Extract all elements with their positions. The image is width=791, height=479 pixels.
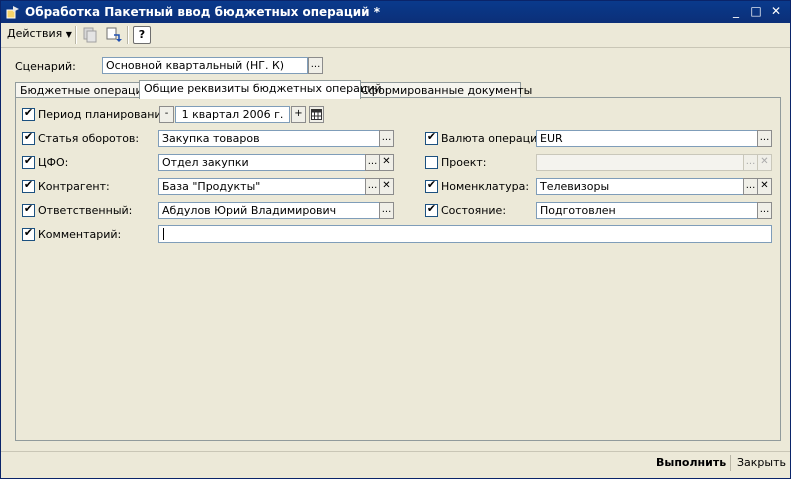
- help-button[interactable]: ?: [133, 26, 151, 44]
- counterparty-select-button[interactable]: ...: [365, 178, 380, 195]
- main-window: Обработка Пакетный ввод бюджетных операц…: [0, 0, 791, 479]
- project-select-button: ...: [743, 154, 758, 171]
- turnover-field[interactable]: Закупка товаров: [158, 130, 380, 147]
- period-field[interactable]: 1 квартал 2006 г.: [175, 106, 290, 123]
- fill-icon[interactable]: [104, 26, 122, 44]
- turnover-checkbox[interactable]: ✔: [22, 130, 35, 145]
- checkmark-icon: ✔: [23, 226, 34, 239]
- toolbar-separator: [75, 26, 77, 44]
- counterparty-checkbox[interactable]: ✔: [22, 178, 35, 193]
- currency-field[interactable]: EUR: [536, 130, 758, 147]
- scenario-label: Сценарий:: [15, 60, 76, 73]
- counterparty-label: Контрагент:: [38, 180, 110, 193]
- checkmark-icon: ✔: [23, 106, 34, 119]
- turnover-label: Статья оборотов:: [38, 132, 140, 145]
- period-increment-button[interactable]: +: [291, 106, 306, 123]
- scenario-field[interactable]: Основной квартальный (НГ. К): [102, 57, 308, 74]
- nomenclature-label: Номенклатура:: [441, 180, 530, 193]
- checkmark-icon: ✔: [23, 202, 34, 215]
- cfo-label: ЦФО:: [38, 156, 69, 169]
- state-field[interactable]: Подготовлен: [536, 202, 758, 219]
- window-title: Обработка Пакетный ввод бюджетных операц…: [25, 5, 381, 19]
- cfo-clear-button[interactable]: ✕: [379, 154, 394, 171]
- checkmark-icon: ✔: [23, 154, 34, 167]
- command-bar: Выполнить Закрыть: [1, 451, 790, 474]
- checkmark-icon: ✔: [426, 178, 437, 191]
- calendar-button[interactable]: [309, 106, 324, 123]
- currency-label: Валюта операции:: [441, 132, 549, 145]
- project-label: Проект:: [441, 156, 487, 169]
- nomenclature-checkbox[interactable]: ✔: [425, 178, 438, 193]
- toolbar-separator: [127, 26, 129, 44]
- checkmark-icon: ✔: [426, 202, 437, 215]
- currency-select-button[interactable]: ...: [757, 130, 772, 147]
- toolbar: Действия ▼ ?: [1, 23, 790, 48]
- project-clear-button: ✕: [757, 154, 772, 171]
- cfo-checkbox[interactable]: ✔: [22, 154, 35, 169]
- footer-separator: [730, 455, 731, 471]
- close-button[interactable]: Закрыть: [737, 456, 786, 469]
- comment-checkbox[interactable]: ✔: [22, 226, 35, 241]
- turnover-select-button[interactable]: ...: [379, 130, 394, 147]
- period-decrement-button[interactable]: -: [159, 106, 174, 123]
- currency-checkbox[interactable]: ✔: [425, 130, 438, 145]
- comment-label: Комментарий:: [38, 228, 122, 241]
- nomenclature-select-button[interactable]: ...: [743, 178, 758, 195]
- state-label: Состояние:: [441, 204, 507, 217]
- responsible-checkbox[interactable]: ✔: [22, 202, 35, 217]
- comment-field[interactable]: [158, 225, 772, 243]
- cfo-select-button[interactable]: ...: [365, 154, 380, 171]
- run-button[interactable]: Выполнить: [656, 456, 726, 469]
- chevron-down-icon: ▼: [65, 30, 72, 39]
- responsible-select-button[interactable]: ...: [379, 202, 394, 219]
- checkmark-icon: ✔: [23, 178, 34, 191]
- counterparty-clear-button[interactable]: ✕: [379, 178, 394, 195]
- tab-panel: [15, 97, 781, 441]
- checkmark-icon: ✔: [23, 130, 34, 143]
- calendar-icon: [311, 109, 322, 120]
- state-select-button[interactable]: ...: [757, 202, 772, 219]
- nomenclature-field[interactable]: Телевизоры: [536, 178, 744, 195]
- project-checkbox[interactable]: [425, 156, 438, 169]
- text-cursor: [163, 228, 164, 240]
- actions-menu-label: Действия: [7, 27, 63, 40]
- responsible-field[interactable]: Абдулов Юрий Владимирович: [158, 202, 380, 219]
- responsible-label: Ответственный:: [38, 204, 133, 217]
- close-window-button[interactable]: ✕: [768, 4, 784, 19]
- title-bar[interactable]: Обработка Пакетный ввод бюджетных операц…: [1, 1, 790, 23]
- actions-menu[interactable]: Действия ▼: [7, 27, 72, 40]
- minimize-button[interactable]: _: [728, 4, 744, 19]
- cfo-field[interactable]: Отдел закупки: [158, 154, 366, 171]
- scenario-select-button[interactable]: ...: [308, 57, 323, 74]
- tab-common-attributes[interactable]: Общие реквизиты бюджетных операций: [139, 80, 382, 99]
- nomenclature-clear-button[interactable]: ✕: [757, 178, 772, 195]
- copy-icon[interactable]: [81, 26, 99, 44]
- period-checkbox[interactable]: ✔: [22, 106, 35, 121]
- period-label: Период планирования:: [38, 108, 172, 121]
- checkmark-icon: ✔: [426, 130, 437, 143]
- state-checkbox[interactable]: ✔: [425, 202, 438, 217]
- project-field: [536, 154, 744, 171]
- app-icon: [6, 6, 19, 19]
- maximize-button[interactable]: □: [748, 4, 764, 19]
- counterparty-field[interactable]: База "Продукты": [158, 178, 366, 195]
